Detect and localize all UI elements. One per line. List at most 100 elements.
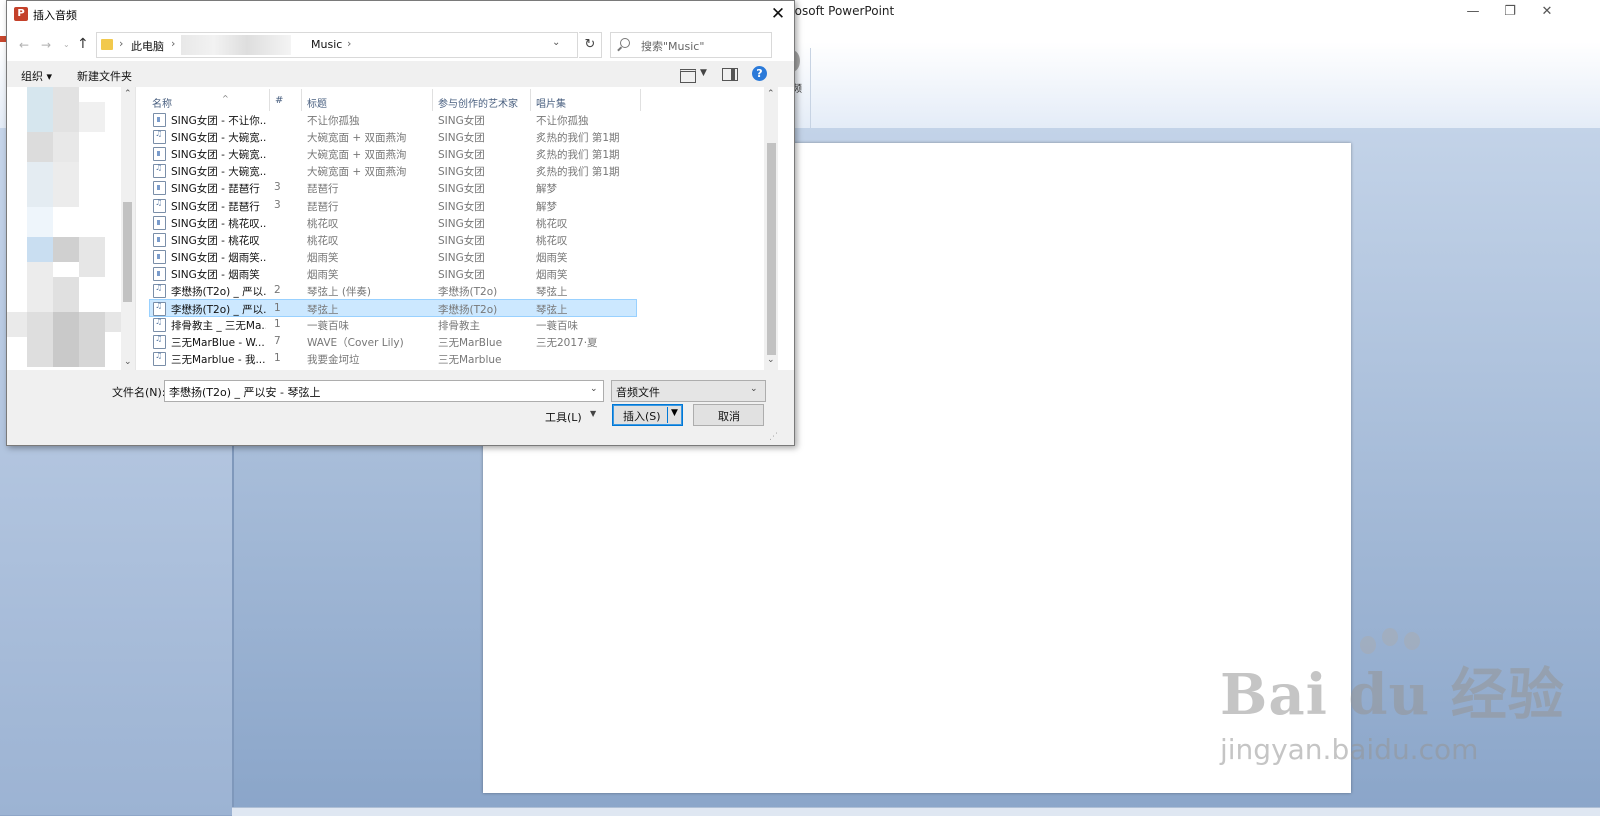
column-divider[interactable] xyxy=(301,89,302,111)
refresh-icon[interactable]: ↻ xyxy=(579,32,602,58)
table-row[interactable]: SING女团 - 琵琶行 3 琵琶行 SING女团 解梦 xyxy=(150,197,636,214)
track-artist: SING女团 xyxy=(438,234,485,247)
table-row[interactable]: SING女团 - 大碗宽... 大碗宽面 + 双面燕洵 SING女团 炙热的我们 第1… xyxy=(150,128,636,145)
search-input[interactable]: 搜索"Music" xyxy=(610,32,772,58)
watermark-sub: jingyan.baidu.com xyxy=(1220,733,1479,766)
organize-button[interactable]: 组织 ▾ xyxy=(21,68,52,84)
nav-pane-scroll-thumb[interactable] xyxy=(123,202,132,302)
restore-button[interactable]: ❐ xyxy=(1495,2,1525,22)
minimize-button[interactable]: — xyxy=(1458,2,1488,22)
table-row[interactable]: 排骨教主 _ 三无Ma... 1 一蓑百味 排骨教主 一蓑百味 xyxy=(150,316,636,333)
chevron-down-icon[interactable]: ▼ xyxy=(700,68,707,78)
audio-file-icon xyxy=(153,283,166,298)
chevron-down-icon[interactable]: ⌄ xyxy=(590,384,598,394)
track-title: 桃花叹 xyxy=(307,234,339,247)
blurred-nav-item xyxy=(79,312,105,367)
preview-pane-icon[interactable] xyxy=(722,68,738,81)
column-divider[interactable] xyxy=(432,89,433,111)
table-row[interactable]: SING女团 - 桃花叹... 桃花叹 SING女团 桃花叹 xyxy=(150,214,636,231)
column-divider[interactable] xyxy=(269,89,270,111)
column-header-artist[interactable]: 参与创作的艺术家 xyxy=(438,95,518,110)
scroll-down-icon[interactable]: ⌄ xyxy=(767,355,775,365)
chevron-down-icon[interactable]: ▼ xyxy=(671,408,678,418)
blurred-nav-item xyxy=(53,237,79,262)
paw-toe-2 xyxy=(1382,628,1398,646)
filename-field[interactable]: 李懋扬(T2o) _ 严以安 - 琴弦上 ⌄ xyxy=(164,380,604,402)
track-album: 一蓑百味 xyxy=(536,320,578,333)
column-divider[interactable] xyxy=(530,89,531,111)
help-icon[interactable]: ? xyxy=(752,66,767,81)
track-album: 烟雨笑 xyxy=(536,268,568,281)
track-artist: 三无Marblue xyxy=(438,354,502,367)
recent-locations-icon[interactable]: ⌄ xyxy=(63,40,70,49)
scroll-up-icon[interactable]: ⌃ xyxy=(767,89,775,99)
track-artist: SING女团 xyxy=(438,115,485,127)
file-name: SING女团 - 琵琶行 xyxy=(171,183,260,196)
column-header-number[interactable]: # xyxy=(275,95,283,106)
scroll-up-icon[interactable]: ⌃ xyxy=(124,89,132,99)
tools-button[interactable]: 工具(L) xyxy=(545,409,582,425)
blurred-nav-item xyxy=(79,102,105,132)
forward-arrow-icon[interactable]: → xyxy=(41,38,51,52)
address-bar[interactable]: › 此电脑 › Music › ⌄ xyxy=(96,32,578,58)
table-row[interactable]: SING女团 - 大碗宽... 大碗宽面 + 双面燕洵 SING女团 炙热的我们 第1… xyxy=(150,145,636,162)
blurred-nav-item xyxy=(53,162,79,207)
table-row[interactable]: 三无MarBlue - W... 7 WAVE（Cover Lily) 三无MarBl… xyxy=(150,333,636,350)
new-folder-button[interactable]: 新建文件夹 xyxy=(77,68,132,84)
breadcrumb-separator: › xyxy=(347,37,352,50)
track-number: 1 xyxy=(274,352,281,365)
column-divider[interactable] xyxy=(640,89,641,111)
table-row[interactable]: 三无Marblue - 我... 1 我要金坷垃 三无Marblue xyxy=(150,350,636,367)
up-arrow-icon[interactable]: ↑ xyxy=(77,36,89,52)
track-title: 一蓑百味 xyxy=(307,320,349,333)
track-album: 烟雨笑 xyxy=(536,251,568,264)
blurred-nav-item xyxy=(79,237,105,277)
table-row[interactable]: SING女团 - 烟雨笑... 烟雨笑 SING女团 烟雨笑 xyxy=(150,248,636,265)
table-row[interactable]: 李懋扬(T2o) _ 严以... 1 琴弦上 李懋扬(T2o) 琴弦上 xyxy=(149,299,637,318)
sort-ascending-icon: ^ xyxy=(222,94,229,103)
track-title: 烟雨笑 xyxy=(307,251,339,264)
scroll-down-icon[interactable]: ⌄ xyxy=(124,357,132,367)
track-title: 我要金坷垃 xyxy=(307,354,360,367)
cancel-button[interactable]: 取消 xyxy=(693,404,764,426)
navigation-pane[interactable]: ⌃ ⌄ xyxy=(7,87,135,370)
chevron-down-icon[interactable]: ▼ xyxy=(590,409,596,418)
audio-file-icon xyxy=(153,163,166,179)
close-icon[interactable]: ✕ xyxy=(765,2,791,26)
dialog-footer: 文件名(N): 李懋扬(T2o) _ 严以安 - 琴弦上 ⌄ 音频文件 ⌄ 工具… xyxy=(7,370,794,445)
ribbon-separator xyxy=(810,48,811,128)
blurred-nav-item xyxy=(7,312,27,337)
table-row[interactable]: SING女团 - 大碗宽... 大碗宽面 + 双面燕洵 SING女团 炙热的我们 第1… xyxy=(150,162,636,179)
chevron-down-icon[interactable]: ⌄ xyxy=(552,37,560,48)
table-row[interactable]: SING女团 - 桃花叹 桃花叹 SING女团 桃花叹 xyxy=(150,231,636,248)
view-options-icon[interactable] xyxy=(680,69,696,83)
blurred-nav-item xyxy=(53,132,79,162)
track-artist: SING女团 xyxy=(438,268,485,281)
track-album: 解梦 xyxy=(536,183,557,196)
column-header-album[interactable]: 唱片集 xyxy=(536,95,566,110)
track-album: 桃花叹 xyxy=(536,234,568,247)
ppt-window-title: rosoft PowerPoint xyxy=(790,4,895,18)
breadcrumb-music[interactable]: Music xyxy=(311,38,342,51)
track-album: 桃花叹 xyxy=(536,217,568,230)
filetype-value: 音频文件 xyxy=(616,386,660,399)
audio-file-icon xyxy=(153,129,166,145)
chevron-down-icon[interactable]: ⌄ xyxy=(750,384,758,394)
track-artist: SING女团 xyxy=(438,132,485,145)
column-header-name[interactable]: 名称 ^ xyxy=(152,94,229,110)
file-list[interactable]: 名称 ^ # 标题 参与创作的艺术家 唱片集 SING女团 - 不让你... 不让你… xyxy=(135,87,794,370)
column-header-title[interactable]: 标题 xyxy=(307,95,327,110)
table-row[interactable]: SING女团 - 琵琶行 3 琵琶行 SING女团 解梦 xyxy=(150,179,636,196)
back-arrow-icon[interactable]: ← xyxy=(19,38,29,52)
insert-button[interactable]: 插入(S) ▼ xyxy=(612,404,683,426)
table-row[interactable]: 李懋扬(T2o) _ 严以... 2 琴弦上 (伴奏) 李懋扬(T2o) 琴弦上 xyxy=(150,282,636,299)
table-row[interactable]: SING女团 - 不让你... 不让你孤独 SING女团 不让你孤独 xyxy=(150,111,636,128)
file-name: SING女团 - 桃花叹 xyxy=(171,234,260,247)
breadcrumb-this-pc[interactable]: 此电脑 xyxy=(131,38,164,54)
file-list-scroll-thumb[interactable] xyxy=(767,143,776,355)
ppt-close-button[interactable]: ✕ xyxy=(1532,2,1562,22)
filetype-select[interactable]: 音频文件 ⌄ xyxy=(611,380,766,402)
table-row[interactable]: SING女团 - 烟雨笑 烟雨笑 SING女团 烟雨笑 xyxy=(150,265,636,282)
document-file-icon xyxy=(153,232,166,247)
resize-grip-icon[interactable]: ⋰ xyxy=(769,432,778,442)
